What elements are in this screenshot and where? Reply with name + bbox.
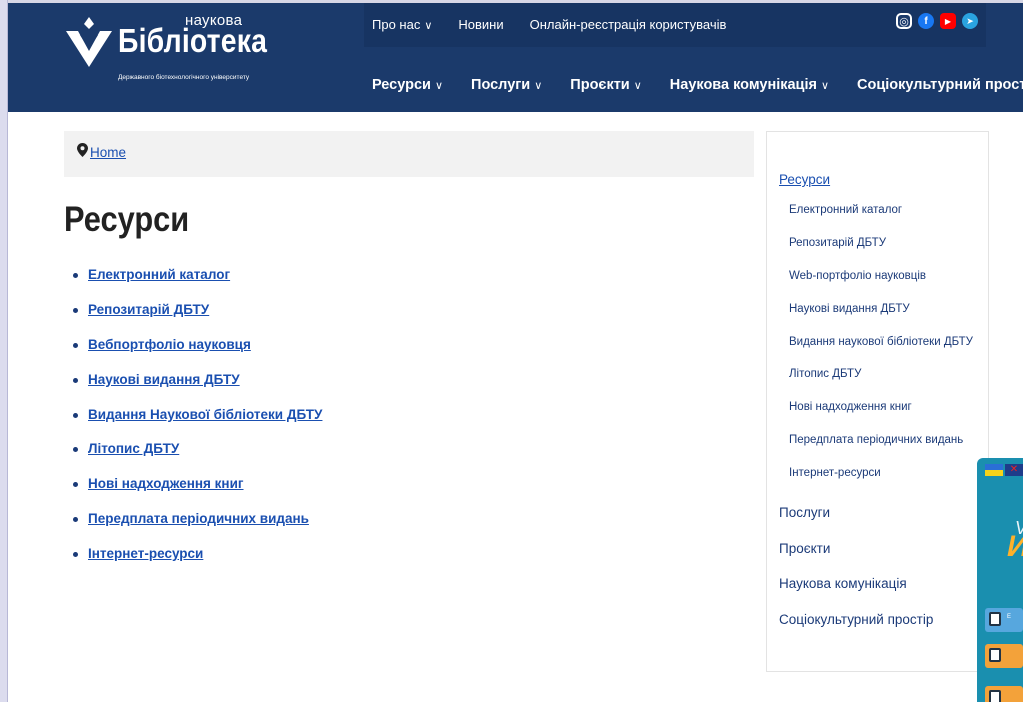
sidebar-menu: Ресурси Електронний каталог Репозитарій … <box>766 131 989 672</box>
sidebar-subitem[interactable]: Web-портфоліо науковців <box>789 270 973 303</box>
facebook-icon[interactable]: f <box>918 13 934 29</box>
bullet <box>73 273 78 278</box>
sidebar-subitem[interactable]: Інтернет-ресурси <box>789 467 973 500</box>
resource-link[interactable]: Літопис ДБТУ <box>88 441 179 456</box>
sidebar-subitem[interactable]: Нові надходження книг <box>789 401 973 434</box>
sidebar-subitem[interactable]: Наукові видання ДБТУ <box>789 303 973 336</box>
social-links: ◎ f ▶ ➤ <box>896 13 978 29</box>
bullet <box>73 552 78 558</box>
widget-row-text: Е <box>1007 614 1012 620</box>
resource-link[interactable]: Інтернет-ресурси <box>88 546 203 561</box>
resource-link[interactable]: Передплата періодичних видань <box>88 511 309 526</box>
document-icon <box>989 612 1001 626</box>
resource-link[interactable]: Наукові видання ДБТУ <box>88 372 240 387</box>
main-nav-label: Ресурси <box>372 77 431 93</box>
logo-subtitle: Державного біотехнологічного університет… <box>118 74 250 81</box>
sidebar-main-items: Послуги Проєкти Наукова комунікація Соці… <box>779 505 933 647</box>
site-header: наукова Бібліотека Державного біотехноло… <box>8 3 1023 112</box>
instagram-icon[interactable]: ◎ <box>896 13 912 29</box>
bullet <box>73 482 78 488</box>
uk-flag-icon[interactable]: ✕ <box>1005 464 1023 476</box>
widget-row[interactable]: Е <box>985 608 1023 632</box>
chevron-down-icon: ∨ <box>633 80 642 92</box>
list-item: Електронний каталог <box>73 267 322 302</box>
library-logo[interactable]: наукова Бібліотека Державного біотехноло… <box>64 11 274 97</box>
resource-link[interactable]: Репозитарій ДБТУ <box>88 302 209 317</box>
widget-text-fragment: И <box>1007 530 1023 564</box>
bullet <box>73 412 78 418</box>
floating-widget-panel[interactable]: ✕ V И Е <box>977 458 1023 702</box>
browser-frame-left <box>0 0 8 702</box>
sidebar-submenu: Електронний каталог Репозитарій ДБТУ Web… <box>789 204 973 500</box>
chevron-down-icon: ∨ <box>434 80 444 92</box>
main-nav-label: Проєкти <box>570 77 630 93</box>
location-pin-icon <box>77 143 88 157</box>
main-nav-science-communication[interactable]: Наукова комунікація ∨ <box>670 77 829 93</box>
main-nav-label: Соціокультурний простір <box>857 77 1023 93</box>
sidebar-subitem[interactable]: Видання наукової бібліотеки ДБТУ <box>789 336 973 369</box>
bullet <box>73 517 78 523</box>
main-nav-label: Послуги <box>471 77 531 93</box>
ukrainian-flag-icon[interactable] <box>985 464 1003 476</box>
sidebar-subitem[interactable]: Електронний каталог <box>789 204 973 237</box>
widget-row[interactable] <box>985 644 1023 668</box>
bullet <box>73 377 78 383</box>
sidebar-item-science-communication[interactable]: Наукова комунікація <box>779 576 933 612</box>
document-icon <box>989 648 1001 662</box>
sidebar-subitem[interactable]: Передплата періодичних видань <box>789 434 973 467</box>
list-item: Вебпортфоліо науковця <box>73 337 322 372</box>
list-item: Видання Наукової бібліотеки ДБТУ <box>73 407 322 442</box>
main-nav-label: Наукова комунікація <box>669 77 817 93</box>
telegram-icon[interactable]: ➤ <box>962 13 978 29</box>
list-item: Репозитарій ДБТУ <box>73 302 322 337</box>
resource-link[interactable]: Нові надходження книг <box>88 476 244 491</box>
breadcrumb: Home <box>64 131 754 177</box>
sidebar-item-services[interactable]: Послуги <box>779 505 933 541</box>
top-nav-about[interactable]: Про нас ∨ <box>372 17 432 32</box>
top-navigation: Про нас ∨ Новини Онлайн-реєстрація корист… <box>372 17 726 32</box>
chevron-down-icon: ∨ <box>424 20 433 32</box>
main-nav-sociocultural-space[interactable]: Соціокультурний простір∨ <box>857 77 1023 93</box>
sidebar-item-sociocultural-space[interactable]: Соціокультурний простір <box>779 612 933 648</box>
resource-link[interactable]: Видання Наукової бібліотеки ДБТУ <box>88 407 322 422</box>
sidebar-heading-resources[interactable]: Ресурси <box>779 172 830 187</box>
youtube-icon[interactable]: ▶ <box>940 13 956 29</box>
sidebar-subitem[interactable]: Літопис ДБТУ <box>789 368 973 401</box>
top-nav-registration[interactable]: Онлайн-реєстрація користувачів <box>530 17 727 32</box>
main-nav-projects[interactable]: Проєкти ∨ <box>570 77 641 93</box>
top-nav-news[interactable]: Новини <box>458 17 503 32</box>
sidebar-subitem[interactable]: Репозитарій ДБТУ <box>789 237 973 270</box>
bullet <box>73 447 78 453</box>
widget-row[interactable] <box>985 686 1023 702</box>
logo-emblem-icon <box>66 17 112 67</box>
resource-link[interactable]: Вебпортфоліо науковця <box>88 337 251 352</box>
list-item: Передплата періодичних видань <box>73 511 322 546</box>
chevron-down-icon: ∨ <box>534 80 543 92</box>
resources-list: Електронний каталог Репозитарій ДБТУ Веб… <box>73 267 322 581</box>
list-item: Наукові видання ДБТУ <box>73 372 322 407</box>
bullet <box>73 342 78 348</box>
logo-main-word: Бібліотека <box>118 22 268 59</box>
page-title: Ресурси <box>64 200 190 239</box>
main-nav-resources[interactable]: Ресурси ∨ <box>372 77 443 93</box>
sidebar-item-projects[interactable]: Проєкти <box>779 541 933 577</box>
resource-link[interactable]: Електронний каталог <box>88 267 230 282</box>
list-item: Нові надходження книг <box>73 476 322 511</box>
bullet <box>73 307 78 313</box>
main-nav-services[interactable]: Послуги ∨ <box>471 77 542 93</box>
list-item: Літопис ДБТУ <box>73 441 322 476</box>
list-item: Інтернет-ресурси <box>73 546 322 581</box>
breadcrumb-home-link[interactable]: Home <box>90 145 126 160</box>
chevron-down-icon: ∨ <box>820 80 830 92</box>
main-navigation: Ресурси ∨ Послуги ∨ Проєкти ∨ Наукова комун… <box>372 77 1023 93</box>
top-nav-label: Про нас <box>372 17 421 32</box>
document-icon <box>989 690 1001 702</box>
